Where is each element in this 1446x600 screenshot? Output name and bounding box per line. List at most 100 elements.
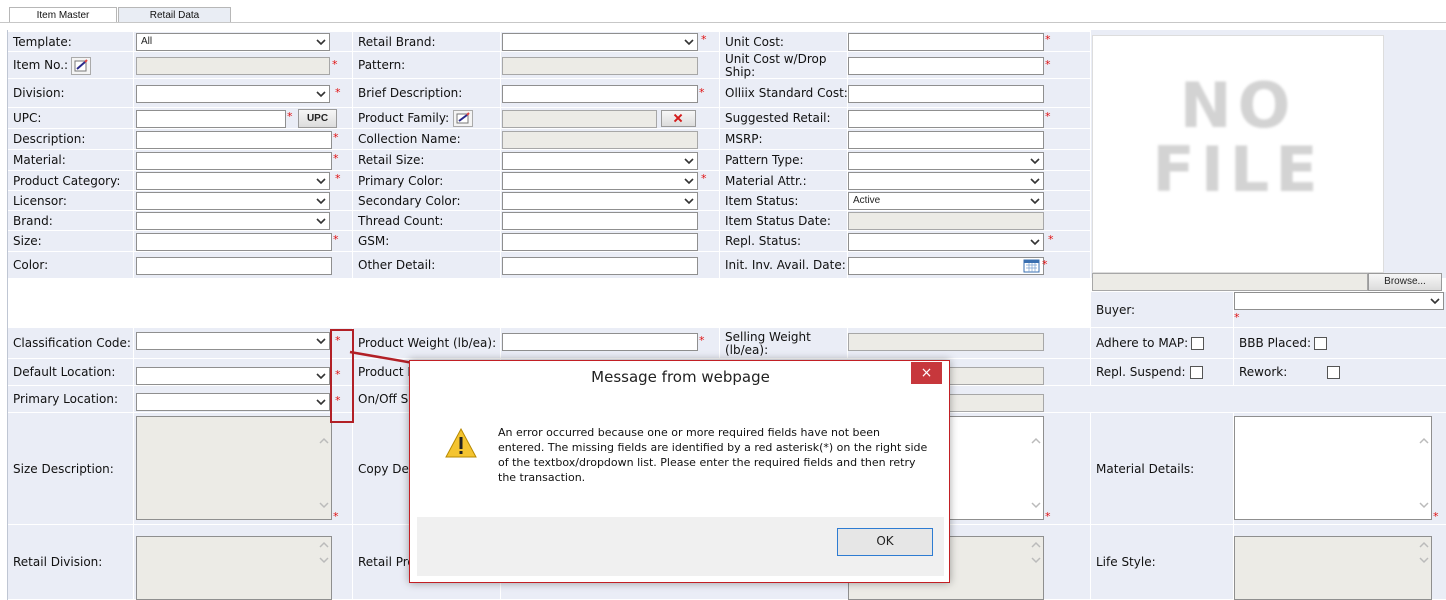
template-select[interactable]: All	[136, 33, 330, 51]
dialog-message: An error occurred because one or more re…	[498, 426, 928, 484]
material-details-textarea[interactable]	[1234, 416, 1432, 520]
brief-description-label: Brief Description:	[358, 86, 463, 100]
classification-code-select[interactable]	[136, 332, 330, 350]
scroll-up-icon[interactable]	[1030, 539, 1042, 551]
required-asterisk: *	[701, 33, 707, 46]
scroll-down-icon[interactable]	[1030, 554, 1042, 566]
retail-brand-select[interactable]	[502, 33, 698, 51]
scroll-up-icon[interactable]	[318, 539, 330, 551]
unit-cost-drop-input[interactable]	[848, 57, 1044, 75]
color-label: Color:	[13, 258, 49, 272]
init-inv-date-input[interactable]	[848, 257, 1044, 275]
scroll-up-icon[interactable]	[318, 435, 330, 447]
msrp-label: MSRP:	[725, 132, 763, 146]
tab-retail-data[interactable]: Retail Data	[118, 7, 231, 23]
size-description-textarea[interactable]	[136, 416, 332, 520]
size-label: Size:	[13, 234, 42, 248]
chevron-down-icon	[316, 91, 326, 98]
material-attr-select[interactable]	[848, 172, 1044, 190]
unit-cost-label: Unit Cost:	[725, 34, 784, 49]
required-asterisk: *	[333, 233, 339, 246]
default-location-select[interactable]	[136, 367, 330, 385]
required-asterisk: *	[699, 86, 705, 99]
product-weight-input[interactable]	[502, 333, 698, 351]
life-style-label: Life Style:	[1096, 555, 1156, 569]
scroll-down-icon[interactable]	[1418, 554, 1430, 566]
collection-name-label: Collection Name:	[358, 132, 461, 146]
bbb-placed-label: BBB Placed:	[1234, 328, 1446, 359]
ok-button[interactable]: OK	[837, 528, 933, 556]
retail-division-textarea[interactable]	[136, 536, 332, 600]
pattern-type-label: Pattern Type:	[725, 153, 804, 167]
licensor-select[interactable]	[136, 192, 330, 210]
item-status-date-label: Item Status Date:	[725, 213, 831, 228]
brand-select[interactable]	[136, 212, 330, 230]
primary-color-select[interactable]	[502, 172, 698, 190]
scroll-down-icon[interactable]	[1030, 499, 1042, 511]
life-style-textarea[interactable]	[1234, 536, 1432, 600]
rework-checkbox[interactable]	[1327, 366, 1341, 379]
brief-description-input[interactable]	[502, 85, 698, 103]
retail-size-select[interactable]	[502, 152, 698, 170]
size-input[interactable]	[136, 233, 332, 251]
dialog-body: An error occurred because one or more re…	[417, 394, 944, 517]
collection-name-input	[502, 131, 698, 149]
upc-input[interactable]	[136, 110, 286, 128]
required-asterisk: *	[332, 58, 338, 71]
edit-icon[interactable]	[453, 110, 474, 127]
chevron-down-icon	[316, 338, 326, 345]
adhere-map-checkbox[interactable]	[1191, 337, 1205, 350]
thread-count-input[interactable]	[502, 212, 698, 230]
upc-button[interactable]: UPC	[298, 109, 337, 128]
primary-location-select[interactable]	[136, 393, 330, 411]
msrp-input[interactable]	[848, 131, 1044, 149]
material-details-label: Material Details:	[1096, 461, 1195, 476]
chevron-down-icon	[316, 399, 326, 406]
tab-item-master[interactable]: Item Master	[9, 7, 117, 23]
unit-cost-input[interactable]	[848, 33, 1044, 51]
edit-icon[interactable]	[71, 56, 92, 75]
other-detail-input[interactable]	[502, 257, 698, 275]
chevron-down-icon	[316, 178, 326, 185]
init-inv-label: Init. Inv. Avail. Date:	[725, 258, 846, 272]
suggested-retail-input[interactable]	[848, 110, 1044, 128]
scroll-up-icon[interactable]	[1418, 539, 1430, 551]
rework-label: Rework:	[1234, 359, 1446, 386]
chevron-down-icon	[316, 218, 326, 225]
pattern-type-select[interactable]	[848, 152, 1044, 170]
olliix-cost-input[interactable]	[848, 85, 1044, 103]
default-location-label: Default Location:	[13, 365, 116, 379]
item-status-select[interactable]: Active	[848, 192, 1044, 210]
chevron-down-icon	[684, 39, 694, 46]
scroll-down-icon[interactable]	[1418, 499, 1430, 511]
clear-product-family-button[interactable]	[661, 110, 696, 127]
description-input[interactable]	[136, 131, 332, 149]
image-path-input	[1092, 273, 1368, 291]
secondary-color-select[interactable]	[502, 192, 698, 210]
browse-button[interactable]: Browse...	[1368, 273, 1442, 291]
template-label: Template:	[13, 34, 72, 49]
scroll-up-icon[interactable]	[1418, 435, 1430, 447]
upc-label: UPC:	[13, 111, 42, 125]
repl-status-select[interactable]	[848, 233, 1044, 251]
gsm-input[interactable]	[502, 233, 698, 251]
material-input[interactable]	[136, 152, 332, 170]
product-category-select[interactable]	[136, 172, 330, 190]
buyer-select[interactable]	[1234, 292, 1444, 310]
color-input[interactable]	[136, 257, 332, 275]
scroll-down-icon[interactable]	[318, 554, 330, 566]
calendar-icon[interactable]	[1023, 258, 1040, 273]
required-asterisk: *	[1234, 311, 1240, 324]
required-asterisk: *	[1433, 510, 1439, 523]
olliix-cost-label: Olliix Standard Cost:	[725, 86, 848, 100]
product-category-label: Product Category:	[13, 173, 121, 188]
primary-color-label: Primary Color:	[358, 173, 444, 188]
scroll-up-icon[interactable]	[1030, 435, 1042, 447]
bbb-placed-checkbox[interactable]	[1314, 337, 1328, 350]
required-asterisk: *	[1045, 510, 1051, 523]
division-select[interactable]	[136, 85, 330, 103]
dialog-close-button[interactable]: ×	[911, 362, 942, 384]
repl-suspend-checkbox[interactable]	[1189, 366, 1203, 379]
required-asterisk: *	[287, 110, 293, 123]
scroll-down-icon[interactable]	[318, 499, 330, 511]
